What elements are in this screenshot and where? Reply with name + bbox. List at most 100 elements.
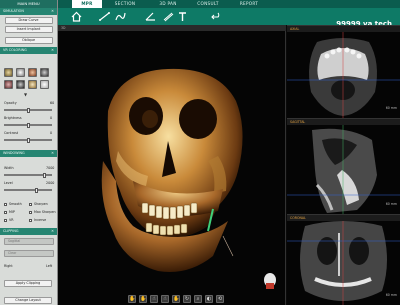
sharpen-label: Sharpen bbox=[34, 202, 48, 206]
preset-gold-swatch[interactable] bbox=[28, 80, 37, 89]
tab-bar: MPR SECTION 3D PAN CONSULT REPORT bbox=[58, 0, 400, 8]
clip-mode-dropdown[interactable]: Clear bbox=[4, 250, 54, 257]
coronal-image[interactable] bbox=[287, 221, 400, 305]
measure-icon[interactable] bbox=[162, 10, 175, 23]
vr-coloring-section-header[interactable]: VR COLORING ✕ bbox=[0, 47, 57, 54]
tab-consult[interactable]: CONSULT bbox=[191, 0, 225, 8]
curve-icon[interactable] bbox=[114, 10, 127, 23]
preset-dark-swatch[interactable] bbox=[16, 80, 25, 89]
preset-white-swatch[interactable] bbox=[16, 68, 25, 77]
level-slider-knob[interactable] bbox=[35, 188, 38, 193]
opacity-slider-knob[interactable] bbox=[27, 108, 30, 113]
sagittal-image[interactable] bbox=[287, 125, 400, 215]
brightness-value: 0 bbox=[50, 116, 53, 120]
contrast-value: 0 bbox=[50, 131, 53, 135]
simulation-section-header[interactable]: SIMULATION ✕ bbox=[0, 8, 57, 15]
windowing-section-header[interactable]: WINDOWING ✕ bbox=[0, 150, 57, 157]
contrast-slider-knob[interactable] bbox=[27, 138, 30, 143]
width-value: 7000 bbox=[46, 166, 55, 170]
coronal-scale-label: 60 mm bbox=[385, 293, 397, 297]
max-sharpen-checkbox[interactable] bbox=[29, 211, 32, 214]
rotate-icon[interactable]: ↻ bbox=[183, 295, 191, 303]
width-slider[interactable] bbox=[4, 173, 52, 178]
opacity-label: Opacity bbox=[4, 101, 17, 105]
skull-render[interactable] bbox=[58, 31, 286, 293]
pointer-icon[interactable]: ☝ bbox=[161, 295, 169, 303]
pointer-icon[interactable]: ☝ bbox=[150, 295, 158, 303]
inverse-label: Inverse bbox=[34, 218, 47, 222]
axial-image[interactable] bbox=[287, 32, 400, 119]
change-layout-button[interactable]: Change Layout bbox=[4, 297, 52, 304]
brightness-slider-knob[interactable] bbox=[27, 123, 30, 128]
mip-checkbox[interactable] bbox=[4, 211, 7, 214]
clipping-title: CLIPPING bbox=[3, 229, 19, 233]
axial-view[interactable]: AXIAL 60 mm bbox=[287, 25, 400, 119]
inverse-checkbox[interactable] bbox=[29, 219, 32, 222]
collapse-icon[interactable]: ✕ bbox=[51, 47, 54, 54]
width-slider-knob[interactable] bbox=[43, 173, 46, 178]
preset-light-swatch[interactable] bbox=[40, 80, 49, 89]
opacity-slider[interactable] bbox=[4, 108, 52, 113]
preset-gray-swatch[interactable] bbox=[40, 68, 49, 77]
3d-view[interactable]: 3D ✋ ✋ ☝ ☝ ✋ ↻ ⌕ ◐ ⟲ bbox=[58, 25, 286, 305]
main-menu-header[interactable]: MAIN MENU bbox=[0, 0, 57, 8]
contrast-slider[interactable] bbox=[4, 138, 52, 143]
clip-right-label: Right bbox=[4, 264, 13, 268]
tab-report[interactable]: REPORT bbox=[234, 0, 264, 8]
line-icon[interactable] bbox=[98, 10, 111, 23]
opacity-value: 60 bbox=[50, 101, 55, 105]
undo-icon[interactable] bbox=[210, 10, 223, 23]
preset-bone-swatch[interactable] bbox=[4, 68, 13, 77]
hand-icon[interactable]: ✋ bbox=[139, 295, 147, 303]
level-label: Level bbox=[4, 181, 13, 185]
vr-coloring-title: VR COLORING bbox=[3, 48, 27, 52]
vr-label: VR bbox=[9, 218, 14, 222]
tab-section[interactable]: SECTION bbox=[110, 0, 140, 8]
contrast-label: Contrast bbox=[4, 131, 19, 135]
oblique-button[interactable]: Oblique bbox=[4, 37, 53, 44]
clipping-section-header[interactable]: CLIPPING ✕ bbox=[0, 228, 57, 235]
top-toolbar: MPR SECTION 3D PAN CONSULT REPORT 99999 … bbox=[58, 0, 400, 28]
contrast-icon[interactable]: ◐ bbox=[205, 295, 213, 303]
brightness-label: Brightness bbox=[4, 116, 22, 120]
reset-icon[interactable]: ⟲ bbox=[216, 295, 224, 303]
angle-icon[interactable] bbox=[144, 10, 157, 23]
level-slider[interactable] bbox=[4, 188, 52, 193]
clip-mode-value: Clear bbox=[8, 251, 17, 255]
clip-plane-value: Sagittal bbox=[8, 239, 21, 243]
hand-icon[interactable]: ✋ bbox=[128, 295, 136, 303]
preset-red-swatch[interactable] bbox=[4, 80, 13, 89]
clip-left-label: Left bbox=[46, 264, 53, 268]
home-icon[interactable] bbox=[70, 10, 83, 23]
preset-skin-swatch[interactable] bbox=[28, 68, 37, 77]
tool-row: 99999 va tech bbox=[58, 8, 400, 28]
orientation-head-icon[interactable] bbox=[262, 271, 278, 291]
level-value: 2000 bbox=[46, 181, 55, 185]
collapse-icon[interactable]: ✕ bbox=[51, 8, 54, 15]
text-icon[interactable] bbox=[176, 10, 189, 23]
left-panel: MAIN MENU SIMULATION ✕ Draw Curve Insert… bbox=[0, 0, 58, 305]
sharpen-checkbox[interactable] bbox=[29, 203, 32, 206]
tab-3d-pan[interactable]: 3D PAN bbox=[153, 0, 183, 8]
clip-plane-dropdown[interactable]: Sagittal bbox=[4, 238, 54, 245]
chevron-down-icon[interactable]: ▼ bbox=[24, 92, 27, 97]
insert-implant-button[interactable]: Insert Implant bbox=[4, 26, 53, 33]
collapse-icon[interactable]: ✕ bbox=[51, 228, 54, 235]
coronal-view[interactable]: CORONAL 60 mm bbox=[287, 214, 400, 305]
simulation-title: SIMULATION bbox=[3, 9, 24, 13]
apply-clipping-button[interactable]: Apply Clipping bbox=[4, 280, 52, 287]
smooth-checkbox[interactable] bbox=[4, 203, 7, 206]
width-label: Width bbox=[4, 166, 14, 170]
collapse-icon[interactable]: ✕ bbox=[51, 150, 54, 157]
draw-curve-button[interactable]: Draw Curve bbox=[4, 17, 53, 24]
sagittal-view[interactable]: SAGITTAL 60 mm bbox=[287, 118, 400, 215]
smooth-label: Smooth bbox=[9, 202, 22, 206]
windowing-title: WINDOWING bbox=[3, 151, 25, 155]
brightness-slider[interactable] bbox=[4, 123, 52, 128]
zoom-icon[interactable]: ⌕ bbox=[194, 295, 202, 303]
move-icon[interactable]: ✋ bbox=[172, 295, 180, 303]
max-sharpen-label: Max Sharpen bbox=[34, 210, 56, 214]
vr-checkbox[interactable] bbox=[4, 219, 7, 222]
tab-mpr[interactable]: MPR bbox=[72, 0, 102, 8]
axial-scale-label: 60 mm bbox=[385, 106, 397, 110]
